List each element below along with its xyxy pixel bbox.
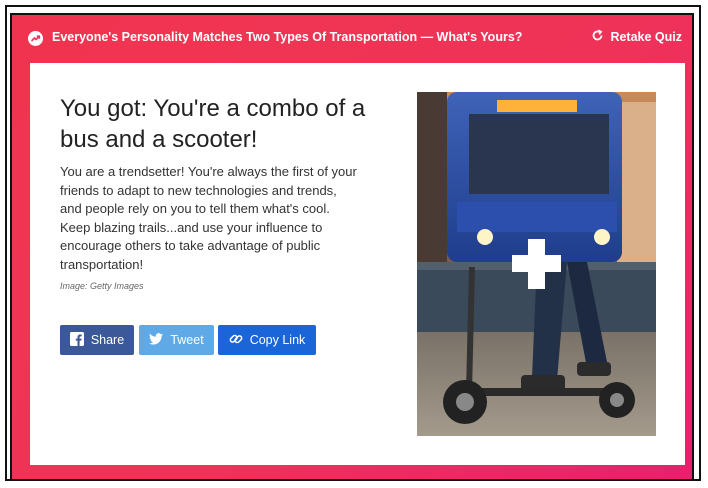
quiz-header: Everyone's Personality Matches Two Types… bbox=[12, 15, 692, 65]
quiz-result-container: Everyone's Personality Matches Two Types… bbox=[10, 13, 694, 481]
result-card: You got: You're a combo of a bus and a s… bbox=[30, 63, 685, 465]
quiz-title: Everyone's Personality Matches Two Types… bbox=[52, 30, 523, 44]
retake-quiz-label: Retake Quiz bbox=[610, 30, 682, 44]
link-icon bbox=[229, 332, 243, 349]
trending-arrow-icon bbox=[28, 31, 43, 46]
twitter-tweet-label: Tweet bbox=[170, 333, 204, 347]
retake-quiz-button[interactable]: Retake Quiz bbox=[591, 29, 682, 45]
image-credit: Image: Getty Images bbox=[60, 281, 144, 291]
facebook-share-label: Share bbox=[90, 333, 125, 347]
facebook-icon bbox=[69, 331, 84, 349]
refresh-icon bbox=[591, 29, 604, 45]
twitter-tweet-button[interactable]: Tweet bbox=[139, 325, 214, 355]
copy-link-label: Copy Link bbox=[249, 333, 306, 347]
facebook-share-button[interactable]: Share bbox=[60, 325, 134, 355]
result-headline: You got: You're a combo of a bus and a s… bbox=[60, 95, 366, 153]
result-image bbox=[417, 92, 656, 436]
copy-link-button[interactable]: Copy Link bbox=[218, 325, 316, 355]
twitter-bird-icon bbox=[149, 332, 164, 348]
result-description: You are a trendsetter! You're always the… bbox=[60, 164, 357, 272]
